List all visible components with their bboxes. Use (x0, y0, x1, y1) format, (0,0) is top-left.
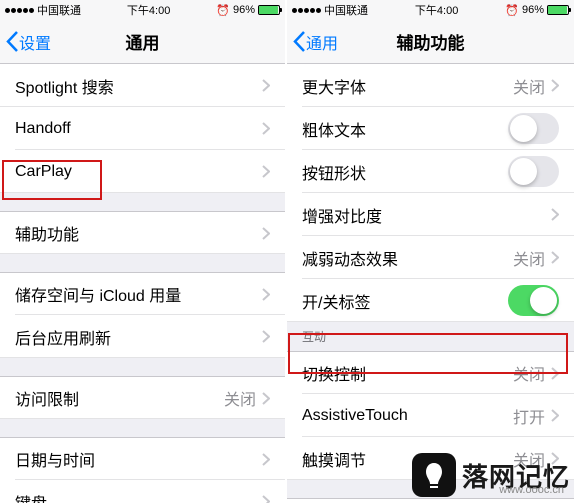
alarm-icon: ⏰ (216, 4, 230, 17)
chevron-right-icon (262, 227, 270, 240)
toggle-bold-text[interactable] (508, 113, 559, 144)
signal-dots (292, 8, 321, 13)
chevron-right-icon (551, 409, 559, 422)
screen-general: 中国联通 下午4:00 ⏰ 96% 设置 通用 Spotlight 搜索 (0, 0, 285, 503)
chevron-right-icon (551, 208, 559, 221)
signal-dots (5, 8, 34, 13)
screen-accessibility: 中国联通 下午4:00 ⏰ 96% 通用 辅助功能 更大字体 关闭 粗 (287, 0, 574, 503)
chevron-left-icon (293, 31, 306, 52)
chevron-right-icon (262, 495, 270, 503)
group-header-interaction: 互动 (287, 322, 574, 351)
watermark-url: www.oooc.cn (499, 484, 564, 496)
chevron-right-icon (551, 251, 559, 264)
chevron-right-icon (551, 367, 559, 380)
row-background-refresh[interactable]: 后台应用刷新 (0, 315, 285, 358)
status-bar: 中国联通 下午4:00 ⏰ 96% (287, 0, 574, 20)
settings-list[interactable]: Spotlight 搜索 Handoff CarPlay 辅助功能 (0, 64, 285, 503)
chevron-right-icon (262, 165, 270, 178)
status-time: 下午4:00 (415, 2, 458, 18)
row-datetime[interactable]: 日期与时间 (0, 437, 285, 480)
battery-icon (547, 5, 569, 15)
row-larger-text[interactable]: 更大字体 关闭 (287, 64, 574, 107)
chevron-right-icon (551, 79, 559, 92)
row-increase-contrast[interactable]: 增强对比度 (287, 193, 574, 236)
row-handoff[interactable]: Handoff (0, 107, 285, 150)
chevron-right-icon (262, 330, 270, 343)
chevron-right-icon (262, 122, 270, 135)
row-bold-text[interactable]: 粗体文本 (287, 107, 574, 150)
settings-list[interactable]: 更大字体 关闭 粗体文本 按钮形状 增强对比度 减弱动态效果 关闭 (287, 64, 574, 503)
battery-percent: 96% (233, 4, 255, 16)
row-accessibility[interactable]: 辅助功能 (0, 211, 285, 254)
row-onoff-labels[interactable]: 开/关标签 (287, 279, 574, 322)
chevron-left-icon (6, 31, 19, 52)
chevron-right-icon (262, 79, 270, 92)
watermark-logo (412, 453, 456, 497)
row-button-shapes[interactable]: 按钮形状 (287, 150, 574, 193)
row-reduce-motion[interactable]: 减弱动态效果 关闭 (287, 236, 574, 279)
chevron-right-icon (262, 453, 270, 466)
nav-bar: 通用 辅助功能 (287, 20, 574, 64)
chevron-right-icon (262, 392, 270, 405)
row-spotlight[interactable]: Spotlight 搜索 (0, 64, 285, 107)
toggle-button-shapes[interactable] (508, 156, 559, 187)
back-button[interactable]: 设置 (0, 30, 51, 54)
toggle-onoff-labels[interactable] (508, 285, 559, 316)
row-storage[interactable]: 储存空间与 iCloud 用量 (0, 272, 285, 315)
back-button[interactable]: 通用 (287, 30, 338, 54)
alarm-icon: ⏰ (505, 4, 519, 17)
status-time: 下午4:00 (127, 2, 170, 18)
carrier-label: 中国联通 (37, 2, 81, 18)
back-label: 通用 (306, 30, 338, 54)
row-restrictions[interactable]: 访问限制 关闭 (0, 376, 285, 419)
row-assistive-touch[interactable]: AssistiveTouch 打开 (287, 394, 574, 437)
carrier-label: 中国联通 (324, 2, 368, 18)
row-carplay[interactable]: CarPlay (0, 150, 285, 193)
row-switch-control[interactable]: 切换控制 关闭 (287, 351, 574, 394)
row-keyboard[interactable]: 键盘 (0, 480, 285, 503)
back-label: 设置 (19, 30, 51, 54)
nav-bar: 设置 通用 (0, 20, 285, 64)
row-3d-touch[interactable]: 3D Touc (287, 498, 574, 503)
chevron-right-icon (262, 288, 270, 301)
battery-icon (258, 5, 280, 15)
watermark: 落网记忆 www.oooc.cn (412, 453, 570, 497)
status-bar: 中国联通 下午4:00 ⏰ 96% (0, 0, 285, 20)
battery-percent: 96% (522, 4, 544, 16)
